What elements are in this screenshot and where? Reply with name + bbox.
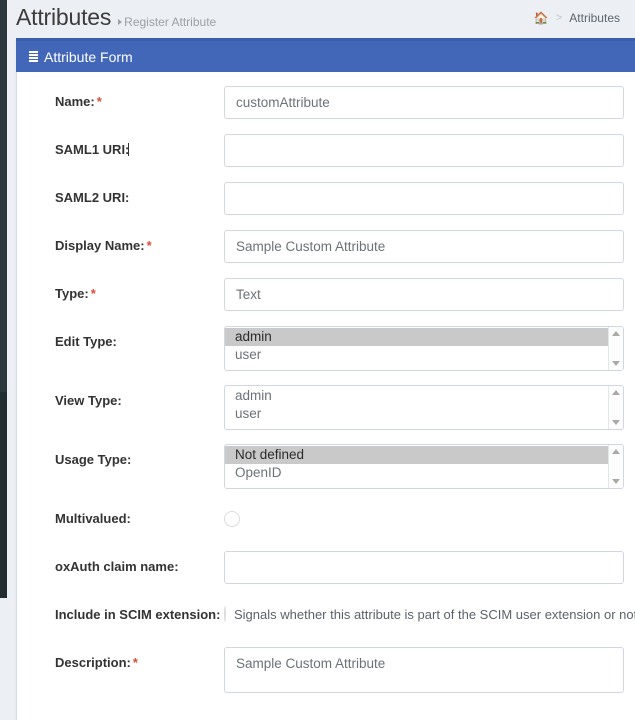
label-name: Name: *	[34, 86, 224, 109]
page-title: Attributes	[16, 4, 112, 30]
control-wrap-display-name	[224, 230, 624, 263]
listbox-option[interactable]: admin	[225, 328, 608, 346]
control-wrap-type	[224, 278, 624, 311]
view-type-options: admin user	[225, 386, 608, 429]
label-edit-type: Edit Type:	[55, 334, 117, 349]
include-in-scim-row: Signals whether this attribute is part o…	[224, 599, 635, 622]
label-multivalued: Multivalued:	[55, 511, 131, 526]
control-wrap-usage-type: Not defined OpenID	[224, 444, 624, 489]
usage-type-listbox[interactable]: Not defined OpenID	[224, 444, 624, 489]
breadcrumb: 🏠 > Attributes	[534, 0, 620, 25]
edit-type-scrollbar[interactable]	[608, 327, 623, 370]
panel-heading: Attribute Form	[16, 41, 635, 72]
form-row-edit-type: Edit Type: admin user	[34, 326, 624, 371]
label-saml1-uri: SAML1 URI:	[34, 134, 224, 157]
include-in-scim-helper-text: Signals whether this attribute is part o…	[234, 606, 635, 622]
edit-type-options: admin user	[225, 327, 608, 370]
control-wrap-name	[224, 86, 624, 119]
page-title-group: Attributes Register Attribute	[16, 0, 216, 31]
form-row-saml2-uri: SAML2 URI:	[34, 182, 624, 216]
required-asterisk: *	[96, 94, 102, 109]
control-wrap-multivalued	[224, 503, 624, 528]
scroll-down-arrow-icon[interactable]	[612, 361, 620, 366]
display-name-input[interactable]	[224, 230, 624, 263]
panel-title-text: Attribute Form	[44, 48, 133, 65]
required-asterisk: *	[132, 655, 138, 670]
description-textarea[interactable]: Sample Custom Attribute	[224, 647, 624, 693]
label-name-text: Name:	[55, 94, 95, 109]
label-usage-type: Usage Type:	[55, 452, 132, 467]
th-list-icon	[26, 51, 38, 62]
form-row-description: Description: * Sample Custom Attribute	[34, 647, 624, 696]
label-saml1-uri-text: SAML1 URI:	[55, 142, 130, 157]
listbox-option[interactable]: OpenID	[225, 464, 608, 482]
type-input[interactable]	[224, 278, 624, 311]
listbox-option[interactable]: Not defined	[225, 446, 608, 464]
label-display-name-text: Display Name:	[55, 238, 145, 253]
scroll-up-arrow-icon[interactable]	[612, 449, 620, 454]
label-type: Type: *	[34, 278, 224, 301]
form-row-saml1-uri: SAML1 URI:	[34, 134, 624, 168]
text-cursor	[128, 143, 130, 156]
label-view-type: View Type:	[55, 393, 122, 408]
page-header: Attributes Register Attribute 🏠 > Attrib…	[7, 0, 635, 38]
label-description: Description: *	[34, 647, 224, 670]
control-wrap-edit-type: admin user	[224, 326, 624, 371]
saml2-uri-input[interactable]	[224, 182, 624, 215]
scroll-down-arrow-icon[interactable]	[612, 479, 620, 484]
listbox-option[interactable]: user	[225, 346, 608, 364]
form-row-name: Name: *	[34, 86, 624, 120]
control-wrap-saml2-uri	[224, 182, 624, 215]
attribute-form-panel: Attribute Form Name:* SAML1 URI:	[16, 38, 635, 720]
form-row-oxauth-claim-name: oxAuth claim name:	[34, 551, 624, 585]
form-row-display-name: Display Name: *	[34, 230, 624, 264]
control-wrap-saml1-uri	[224, 134, 624, 167]
required-asterisk: *	[146, 238, 152, 253]
view-type-scrollbar[interactable]	[608, 386, 623, 429]
left-sidebar-edge	[0, 0, 7, 598]
control-wrap-description: Sample Custom Attribute	[224, 647, 624, 696]
view-type-listbox[interactable]: admin user	[224, 385, 624, 430]
label-description-text: Description:	[55, 655, 131, 670]
form-row-usage-type: Usage Type: Not defined OpenID	[34, 444, 624, 489]
control-wrap-view-type: admin user	[224, 385, 624, 430]
page-subtitle-text: Register Attribute	[124, 15, 217, 29]
label-saml2-uri: SAML2 URI:	[55, 190, 130, 205]
control-wrap-oxauth-claim-name	[224, 551, 624, 584]
left-sidebar-edge-upper	[0, 0, 7, 392]
panel-body: Name:* SAML1 URI: SAML2 URI:	[16, 72, 635, 720]
breadcrumb-separator: >	[555, 12, 563, 24]
page-subtitle: Register Attribute	[118, 15, 216, 29]
home-icon[interactable]: 🏠	[534, 12, 549, 24]
main-content: Attributes Register Attribute 🏠 > Attrib…	[7, 0, 635, 720]
label-type-text: Type:	[55, 286, 89, 301]
listbox-option[interactable]: admin	[225, 387, 608, 405]
form-row-include-in-scim: Include in SCIM extension: Signals wheth…	[34, 599, 635, 633]
scroll-down-arrow-icon[interactable]	[612, 420, 620, 425]
usage-type-scrollbar[interactable]	[608, 445, 623, 488]
include-in-scim-radio[interactable]	[224, 606, 226, 622]
panel-title: Attribute Form	[26, 49, 133, 65]
oxauth-claim-name-input[interactable]	[224, 551, 624, 584]
label-display-name: Display Name: *	[34, 230, 224, 253]
control-wrap-include-in-scim: Signals whether this attribute is part o…	[224, 599, 635, 622]
label-include-in-scim: Include in SCIM extension:	[55, 607, 221, 622]
edit-type-listbox[interactable]: admin user	[224, 326, 624, 371]
breadcrumb-item-attributes[interactable]: Attributes	[569, 11, 620, 25]
form-row-type: Type: *	[34, 278, 624, 312]
form-row-multivalued: Multivalued:	[34, 503, 624, 537]
form-row-view-type: View Type: admin user	[34, 385, 624, 430]
usage-type-options: Not defined OpenID	[225, 445, 608, 488]
label-oxauth-claim-name: oxAuth claim name:	[55, 559, 179, 574]
multivalued-radio[interactable]	[224, 511, 240, 528]
scroll-up-arrow-icon[interactable]	[612, 331, 620, 336]
caret-right-icon	[118, 19, 123, 25]
scroll-up-arrow-icon[interactable]	[612, 390, 620, 395]
saml1-uri-input[interactable]	[224, 134, 624, 167]
listbox-option[interactable]: user	[225, 405, 608, 423]
required-asterisk: *	[90, 286, 96, 301]
name-input[interactable]	[224, 86, 624, 119]
